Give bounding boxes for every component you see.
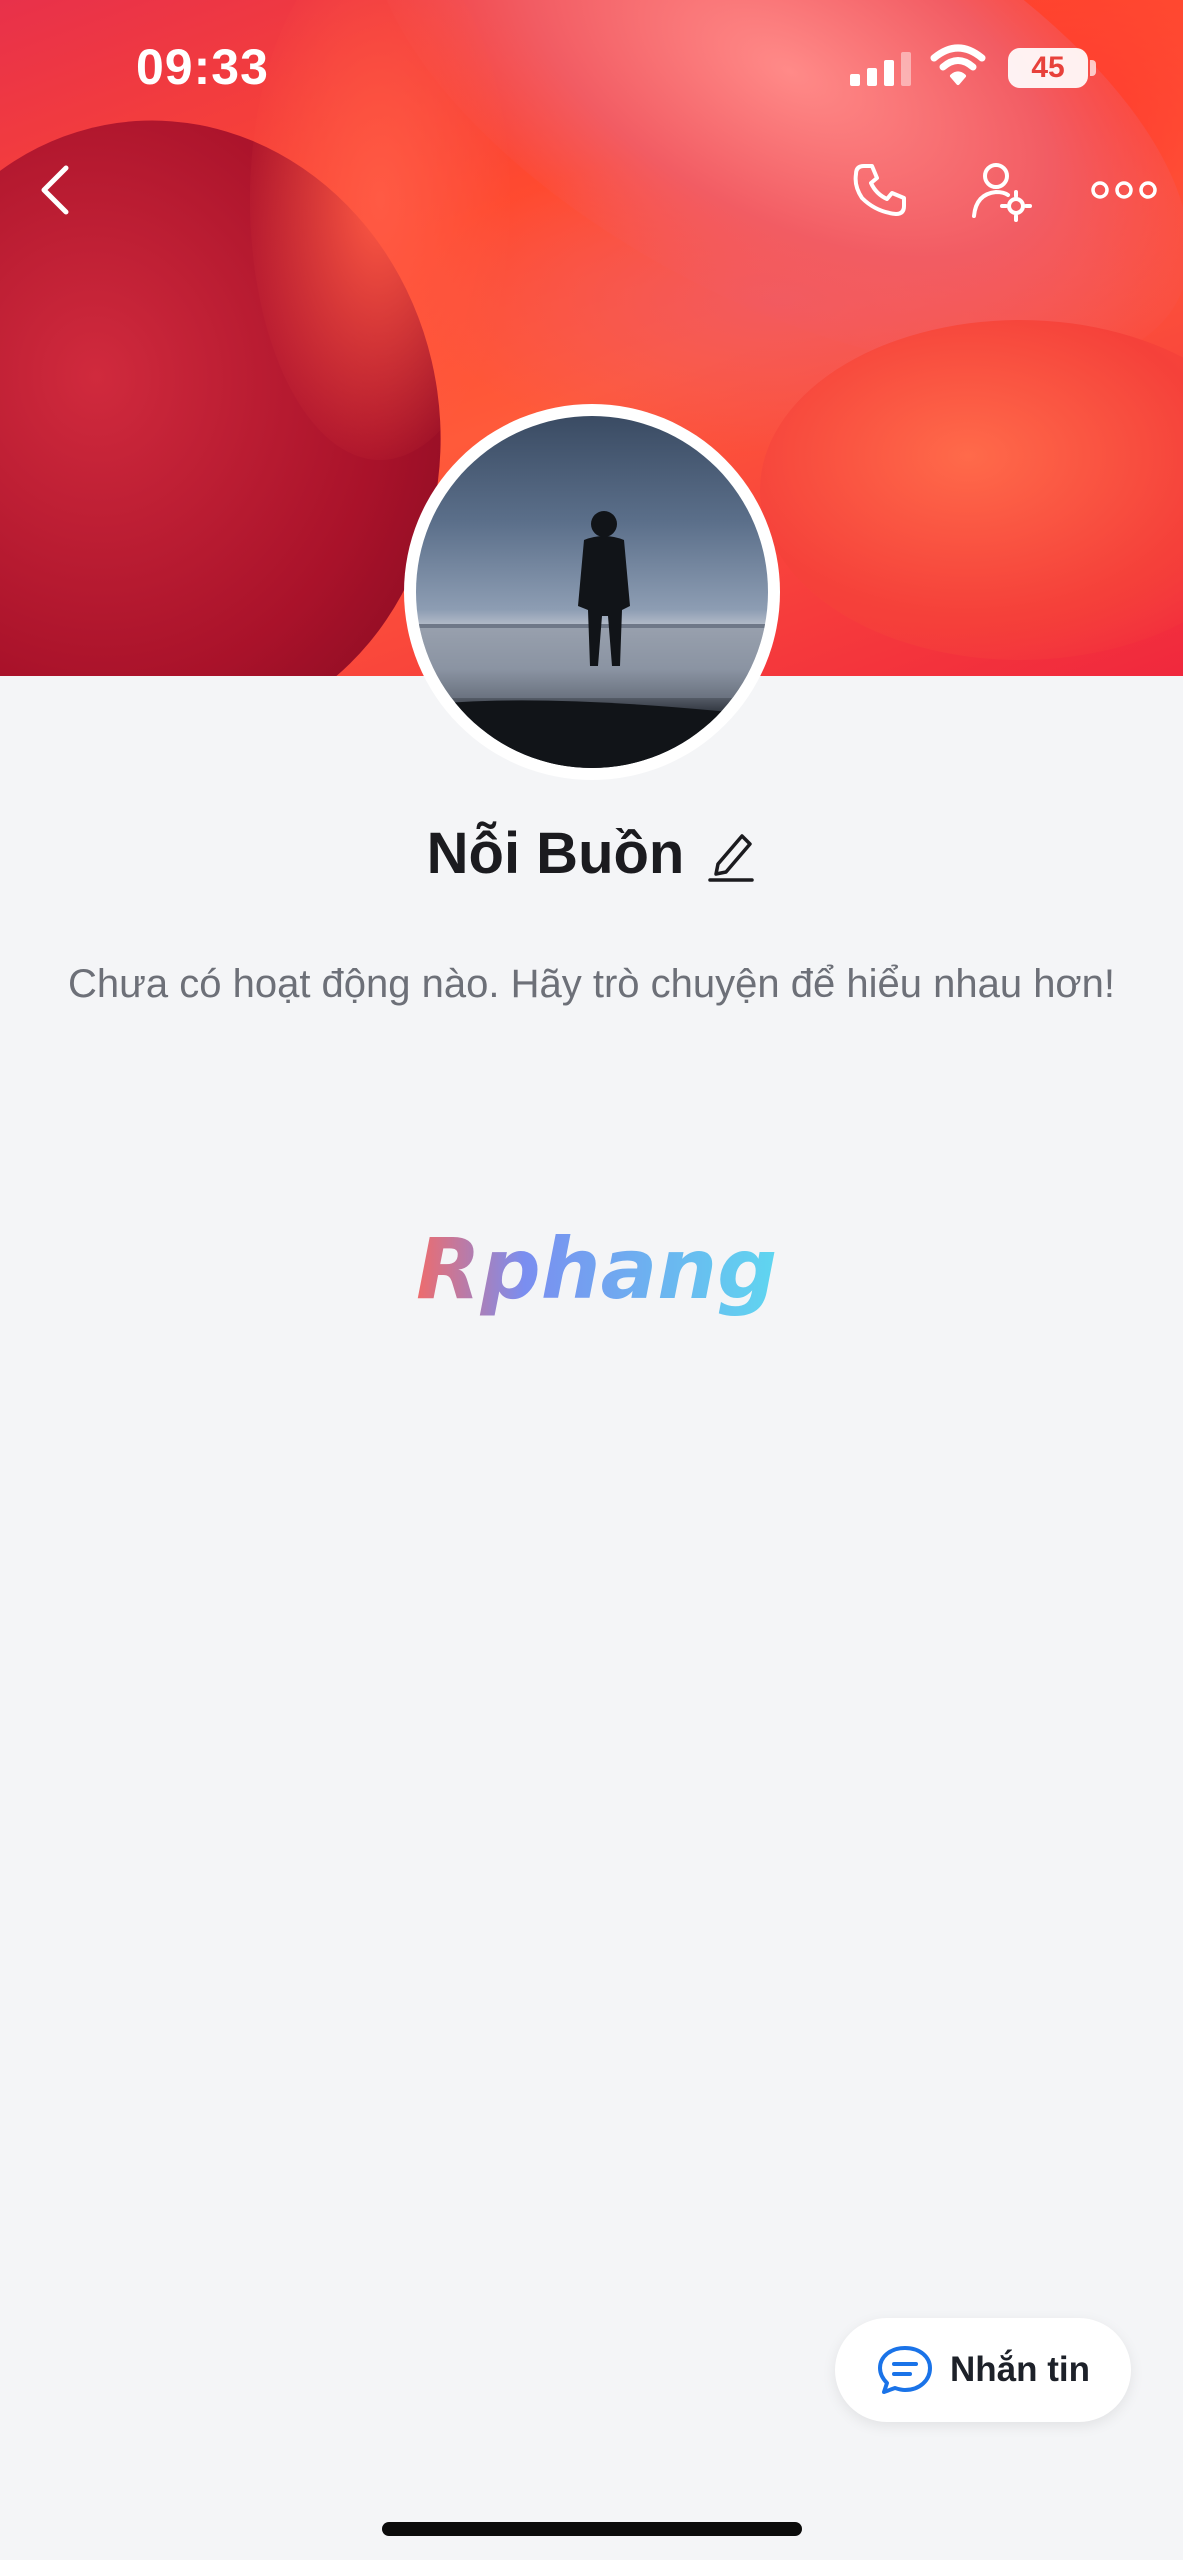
watermark-logo: Rphang <box>416 1220 777 1318</box>
user-settings-icon <box>972 163 1032 222</box>
home-indicator[interactable] <box>382 2522 802 2536</box>
send-message-button[interactable]: Nhắn tin <box>835 2318 1131 2422</box>
edit-name-button[interactable] <box>706 826 756 882</box>
chat-bubble-icon <box>878 2346 932 2394</box>
pencil-icon <box>708 833 755 882</box>
avatar[interactable] <box>404 404 780 780</box>
battery-icon: 45 <box>1008 48 1088 88</box>
avatar-photo <box>416 416 768 768</box>
back-button[interactable] <box>16 150 96 230</box>
battery-tip <box>1090 60 1096 76</box>
phone-icon <box>853 164 906 216</box>
more-horizontal-icon <box>1091 181 1157 199</box>
send-message-label: Nhắn tin <box>950 2350 1090 2389</box>
person-silhouette-image <box>416 511 768 768</box>
status-bar: 09:33 45 <box>0 0 1183 140</box>
battery-level: 45 <box>1031 51 1065 84</box>
wifi-icon <box>930 44 986 85</box>
profile-name-row: Nỗi Buồn <box>0 820 1183 887</box>
chevron-left-icon <box>41 165 69 215</box>
call-button[interactable] <box>840 150 920 230</box>
activity-empty-text: Chưa có hoạt động nào. Hãy trò chuyện để… <box>67 962 1116 1006</box>
status-time: 09:33 <box>136 39 269 95</box>
more-options-button[interactable] <box>1084 150 1164 230</box>
watermark-text: Rphang <box>416 1220 777 1318</box>
profile-name: Nỗi Buồn <box>426 821 685 886</box>
profile-settings-button[interactable] <box>962 150 1042 230</box>
cellular-signal-icon <box>850 52 911 86</box>
